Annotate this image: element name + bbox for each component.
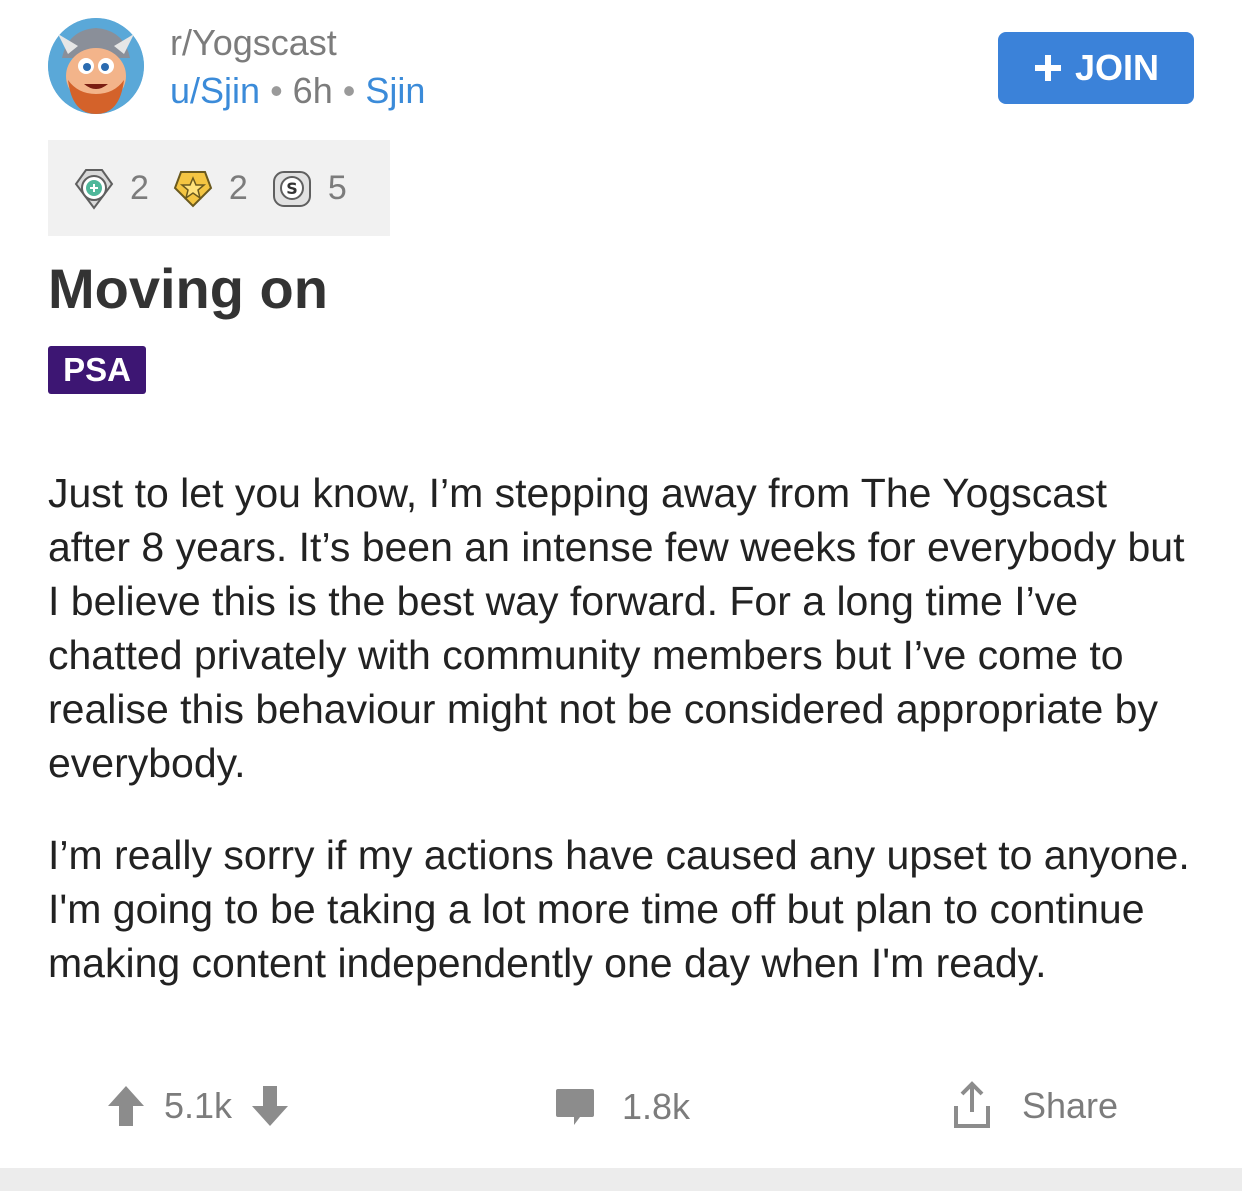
award-count: 2	[228, 168, 248, 207]
author-link[interactable]: u/Sjin	[170, 70, 260, 111]
award-count: 2	[130, 168, 149, 207]
plus-icon	[1034, 55, 1061, 81]
subreddit-name[interactable]: r/Yogscast	[170, 22, 337, 64]
vote-group: 5.1k	[106, 1084, 290, 1128]
svg-text:S: S	[286, 179, 298, 198]
join-button[interactable]: JOIN	[998, 32, 1194, 104]
avatar-icon	[48, 18, 144, 114]
share-button[interactable]: Share	[946, 1080, 1118, 1132]
post-flair[interactable]: PSA	[48, 346, 146, 394]
footer-divider	[0, 1168, 1242, 1191]
silver-award-icon: S	[272, 171, 311, 207]
post-title: Moving on	[48, 257, 328, 320]
award-silver[interactable]: S 5	[270, 166, 347, 210]
subreddit-avatar[interactable]	[48, 18, 144, 114]
gold-award-icon	[173, 171, 213, 208]
award-platinum[interactable]: 2	[72, 166, 149, 210]
vote-score: 5.1k	[164, 1085, 233, 1126]
awards-bar[interactable]: 2 2 S 5	[48, 140, 390, 236]
award-count: 5	[327, 168, 347, 207]
comment-count: 1.8k	[622, 1086, 691, 1127]
share-icon	[954, 1081, 990, 1128]
post-actions: 5.1k 1.8k Share	[0, 1078, 1242, 1142]
platinum-award-icon	[74, 169, 114, 210]
separator-dot: •	[342, 70, 356, 111]
user-flair: Sjin	[365, 70, 426, 111]
join-label: JOIN	[1074, 47, 1160, 88]
body-paragraph: Just to let you know, I’m stepping away …	[48, 470, 1185, 786]
body-paragraph: I’m really sorry if my actions have caus…	[48, 832, 1190, 986]
post-body: Just to let you know, I’m stepping away …	[48, 466, 1198, 1028]
upvote-icon[interactable]	[106, 1084, 146, 1128]
downvote-icon[interactable]	[250, 1084, 290, 1128]
comments-button[interactable]: 1.8k	[554, 1086, 690, 1128]
separator-dot: •	[270, 70, 283, 111]
award-gold[interactable]: 2	[171, 166, 248, 210]
comment-icon	[556, 1089, 594, 1125]
post-meta: u/Sjin • 6h • Sjin	[170, 70, 425, 112]
post-header: r/Yogscast u/Sjin • 6h • Sjin JOIN	[48, 18, 1194, 118]
post-time: 6h	[292, 70, 333, 111]
share-label: Share	[1022, 1085, 1119, 1126]
